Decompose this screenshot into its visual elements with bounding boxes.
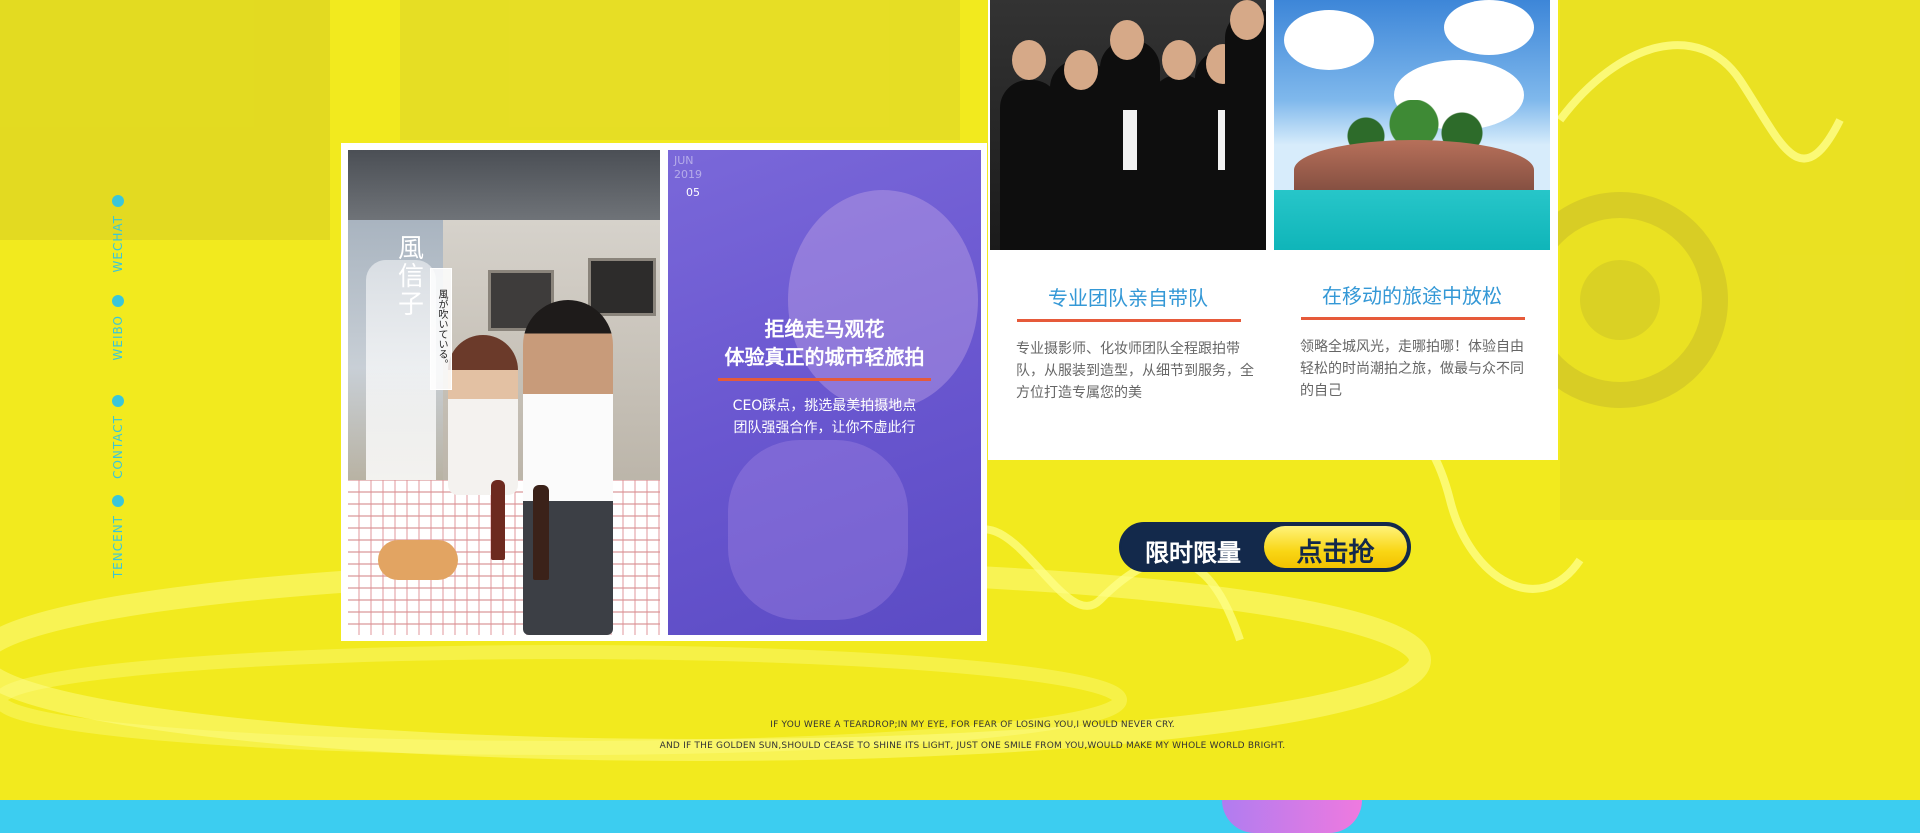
- grab-now-button[interactable]: 点击抢: [1264, 526, 1407, 568]
- side-nav-label: TENCENT: [111, 515, 125, 579]
- card-description-travel: 领略全城风光，走哪拍哪！体验自由轻松的时尚潮拍之旅，做最与众不同的自己: [1300, 339, 1524, 399]
- bottom-section-bar: [0, 800, 1920, 833]
- limited-offer-cta[interactable]: 限时限量 点击抢: [1119, 522, 1411, 572]
- bullet-dot-icon: [112, 395, 124, 407]
- card-title-travel: 在移动的旅途中放松: [1322, 284, 1502, 308]
- side-nav-tencent[interactable]: TENCENT: [108, 495, 128, 578]
- couple-photo: 風信子 風が吹いている。: [348, 150, 660, 635]
- cta-label: 限时限量: [1145, 539, 1241, 567]
- island-photo: [1274, 0, 1550, 250]
- card-underline: [1017, 319, 1241, 322]
- team-photo: [990, 0, 1266, 250]
- promo-title: 拒绝走马观花 体验真正的城市轻旅拍: [724, 317, 925, 369]
- side-nav-contact[interactable]: CONTACT: [108, 395, 128, 479]
- quote-line-2: AND IF THE GOLDEN SUN,SHOULD CEASE TO SH…: [659, 741, 1286, 751]
- poem-title: 風信子: [398, 234, 425, 320]
- card-underline: [1301, 317, 1525, 320]
- quote-line-1: IF YOU WERE A TEARDROP;IN MY EYE, FOR FE…: [770, 720, 1175, 730]
- promo-description: CEO踩点，挑选最美拍摄地点 团队强强合作，让你不虚此行: [732, 398, 917, 436]
- card-title-team: 专业团队亲自带队: [1048, 286, 1208, 310]
- social-side-nav: WECHAT WEIBO CONTACT TENCENT: [108, 195, 128, 595]
- side-nav-wechat[interactable]: WECHAT: [108, 195, 128, 272]
- side-nav-weibo[interactable]: WEIBO: [108, 295, 128, 360]
- card-description-team: 专业摄影师、化妆师团队全程跟拍带队，从服装到造型，从细节到服务，全方位打造专属您…: [1016, 341, 1254, 401]
- date-day: 05: [686, 186, 700, 199]
- bullet-dot-icon: [112, 295, 124, 307]
- promo-divider: [718, 378, 931, 381]
- poem-vertical-text: 風が吹いている。: [430, 268, 452, 390]
- bullet-dot-icon: [112, 495, 124, 507]
- bottom-gradient-shape: [1222, 800, 1362, 833]
- promo-photo-panel: JUN 2019 05 拒绝走马观花 体验真正的城市轻旅拍 CEO踩点，挑选最美…: [668, 150, 981, 635]
- side-nav-label: CONTACT: [111, 415, 125, 479]
- grab-now-label: 点击抢: [1296, 538, 1375, 568]
- bullet-dot-icon: [112, 195, 124, 207]
- side-nav-label: WECHAT: [111, 215, 125, 273]
- date-stamp: JUN 2019: [674, 154, 702, 181]
- side-nav-label: WEIBO: [111, 315, 125, 361]
